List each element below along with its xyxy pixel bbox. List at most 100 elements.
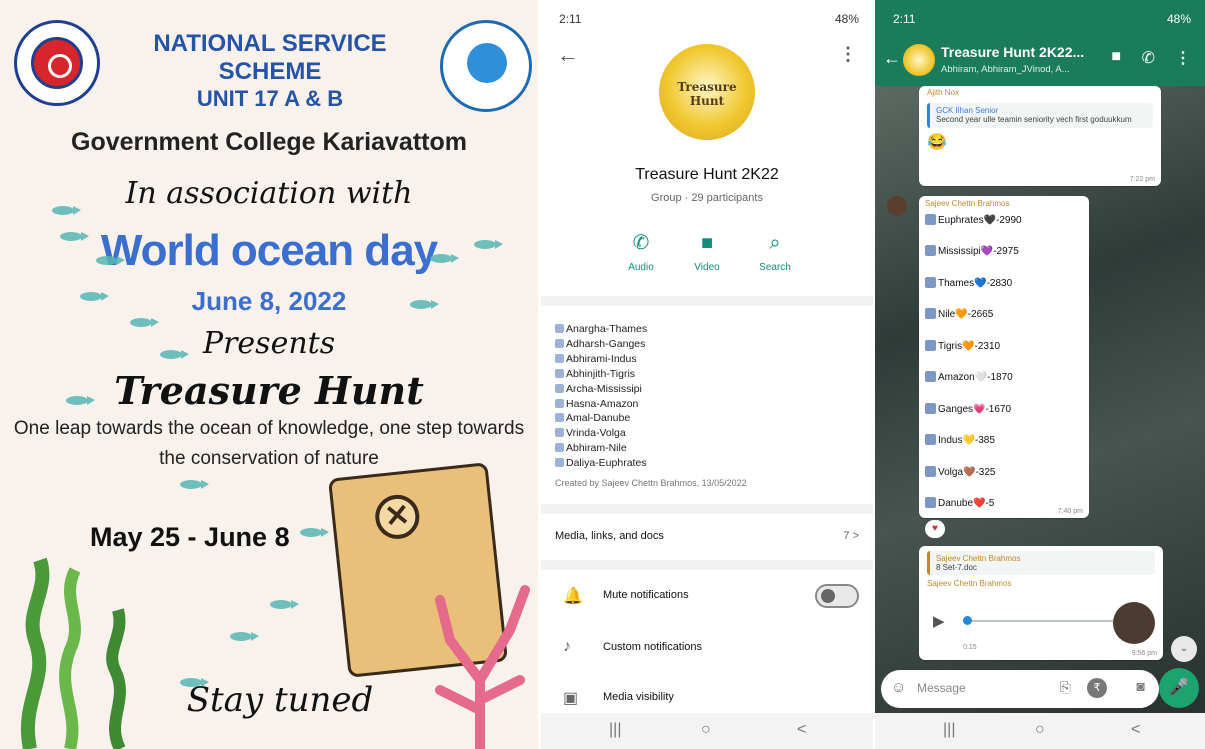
emoji-icon[interactable]: ☺ — [891, 679, 906, 696]
group-info-screen: 2:11 48% ← ⋮ Treasure Hunt Treasure Hunt… — [541, 0, 873, 749]
mute-label: Mute notifications — [603, 589, 689, 601]
emoji-icon — [925, 245, 936, 256]
divider — [541, 560, 873, 570]
message-time: 9:56 pm — [1131, 650, 1157, 657]
ranking-line: Volga🤎-325 — [925, 466, 996, 497]
mute-toggle[interactable] — [815, 584, 859, 608]
seek-handle[interactable] — [963, 616, 972, 625]
back-arrow-icon[interactable]: ← — [883, 48, 901, 69]
sender-avatar — [1113, 602, 1155, 644]
heart-reaction-icon[interactable]: ♥ — [925, 520, 945, 538]
fish-icon — [180, 480, 209, 489]
media-visibility-row[interactable]: ▣ Media visibility — [541, 678, 873, 718]
mic-button[interactable]: 🎤 — [1159, 668, 1199, 708]
home-button[interactable]: ○ — [701, 721, 711, 739]
message-bubble[interactable]: Ajith Nox GCK Ilhan Senior Second year u… — [919, 86, 1161, 186]
search-button[interactable]: ⌕ Search — [743, 228, 807, 273]
description-line: Adharsh-Ganges — [555, 337, 855, 352]
message-composer[interactable]: ☺ Message ⎘ ₹ ◙ — [881, 670, 1159, 708]
emoji-icon — [925, 340, 936, 351]
attach-icon[interactable]: ⎘ — [1060, 679, 1071, 696]
video-call-button[interactable]: ■ Video — [675, 228, 739, 273]
audio-call-button[interactable]: ✆ Audio — [609, 228, 673, 273]
emoji-icon — [555, 368, 564, 378]
ranking-line: Nile🧡-2665 — [925, 308, 993, 339]
sender-avatar[interactable] — [887, 196, 907, 216]
mute-notifications-row[interactable]: 🔔 Mute notifications — [541, 576, 873, 616]
quoted-sender: Sajeev Chettn Brahmos — [936, 554, 1021, 563]
ranking-line: Thames💙-2830 — [925, 277, 1012, 308]
android-nav-bar: ||| ○ < — [875, 713, 1205, 749]
voice-player[interactable]: ▶ — [927, 610, 1113, 632]
group-description: Anargha-Thames Adharsh-Ganges Abhirami-I… — [555, 322, 855, 471]
chat-screen: 2:11 48% ← Treasure Hunt 2K22... Abhiram… — [875, 0, 1205, 749]
ranking-line: Mississipi💜-2975 — [925, 245, 1019, 276]
fish-icon — [96, 256, 125, 265]
voice-waveform[interactable] — [963, 620, 1113, 622]
home-button[interactable]: ○ — [1035, 721, 1045, 739]
recent-apps-button[interactable]: ||| — [943, 721, 955, 739]
media-label: Media, links, and docs — [555, 530, 664, 542]
back-button[interactable]: < — [1131, 721, 1140, 739]
status-bar: 2:11 48% — [875, 0, 1205, 34]
quoted-sender: GCK Ilhan Senior — [936, 106, 999, 115]
video-call-icon[interactable]: ■ — [1111, 48, 1121, 66]
custom-notifications-row[interactable]: ♪ Custom notifications — [541, 628, 873, 668]
poster-closing: Stay tuned — [186, 680, 374, 720]
emoji-icon — [555, 383, 564, 393]
visibility-label: Media visibility — [603, 691, 674, 703]
search-icon: ⌕ — [769, 232, 781, 254]
seaweed-illustration — [20, 557, 126, 749]
poster-title: Treasure Hunt — [114, 368, 424, 413]
group-avatar-logo-text: Treasure Hunt — [677, 80, 737, 108]
search-label: Search — [759, 262, 791, 273]
payment-icon[interactable]: ₹ — [1087, 678, 1107, 698]
scroll-down-icon[interactable]: ⌄ — [1171, 636, 1197, 662]
fish-icon — [474, 240, 503, 249]
emoji-icon — [555, 398, 564, 408]
status-time: 2:11 — [893, 12, 916, 26]
group-name: Treasure Hunt 2K22 — [635, 166, 779, 183]
description-line: Anargha-Thames — [555, 322, 855, 337]
video-camera-icon: ■ — [700, 232, 714, 254]
group-meta: Group · 29 participants — [651, 192, 763, 204]
battery-level: 48% — [1166, 12, 1191, 26]
message-bubble[interactable]: Sajeev Chettn Brahmos Euphrates🖤-2990 Mi… — [919, 196, 1089, 518]
image-icon: ▣ — [563, 690, 579, 707]
quoted-message[interactable]: GCK Ilhan Senior Second year ulle teamin… — [927, 103, 1153, 128]
emoji-icon — [925, 214, 936, 225]
college-logo — [440, 20, 532, 112]
back-arrow-icon[interactable]: ← — [557, 42, 579, 68]
status-bar: 2:11 48% — [541, 0, 873, 34]
ranking-line: Indus💛-385 — [925, 434, 995, 465]
message-sender: Sajeev Chettn Brahmos — [925, 199, 1010, 208]
emoji-icon — [555, 458, 564, 468]
description-line: Hasna-Amazon — [555, 397, 855, 412]
music-note-icon: ♪ — [563, 638, 571, 655]
ranking-line: Ganges💗-1670 — [925, 403, 1011, 434]
recent-apps-button[interactable]: ||| — [609, 721, 621, 739]
voice-message-bubble[interactable]: Sajeev Chettn Brahmos 8 Set-7.doc Sajeev… — [919, 546, 1163, 660]
more-options-icon[interactable]: ⋮ — [1175, 48, 1191, 68]
chat-header[interactable]: ← Treasure Hunt 2K22... Abhiram, Abhiram… — [875, 34, 1205, 86]
custom-label: Custom notifications — [603, 641, 703, 653]
description-line: Archa-Mississipi — [555, 382, 855, 397]
phone-icon[interactable]: ✆ — [1142, 48, 1155, 68]
camera-icon[interactable]: ◙ — [1137, 678, 1145, 694]
poster-unit: UNIT 17 A & B — [196, 86, 344, 111]
message-time: 7:22 pm — [1129, 176, 1155, 183]
fish-icon — [270, 600, 299, 609]
back-button[interactable]: < — [797, 721, 806, 739]
fish-icon — [430, 254, 459, 263]
message-input[interactable]: Message — [917, 681, 966, 695]
emoji-icon — [925, 371, 936, 382]
more-options-icon[interactable]: ⋮ — [839, 44, 857, 65]
group-avatar[interactable]: Treasure Hunt — [659, 44, 755, 140]
chat-title: Treasure Hunt 2K22... — [941, 44, 1085, 60]
play-icon[interactable]: ▶ — [933, 612, 945, 630]
emoji-icon — [555, 324, 564, 333]
quoted-message[interactable]: Sajeev Chettn Brahmos 8 Set-7.doc — [927, 551, 1155, 575]
group-avatar[interactable] — [903, 44, 935, 76]
divider — [541, 504, 873, 514]
divider — [541, 296, 873, 306]
